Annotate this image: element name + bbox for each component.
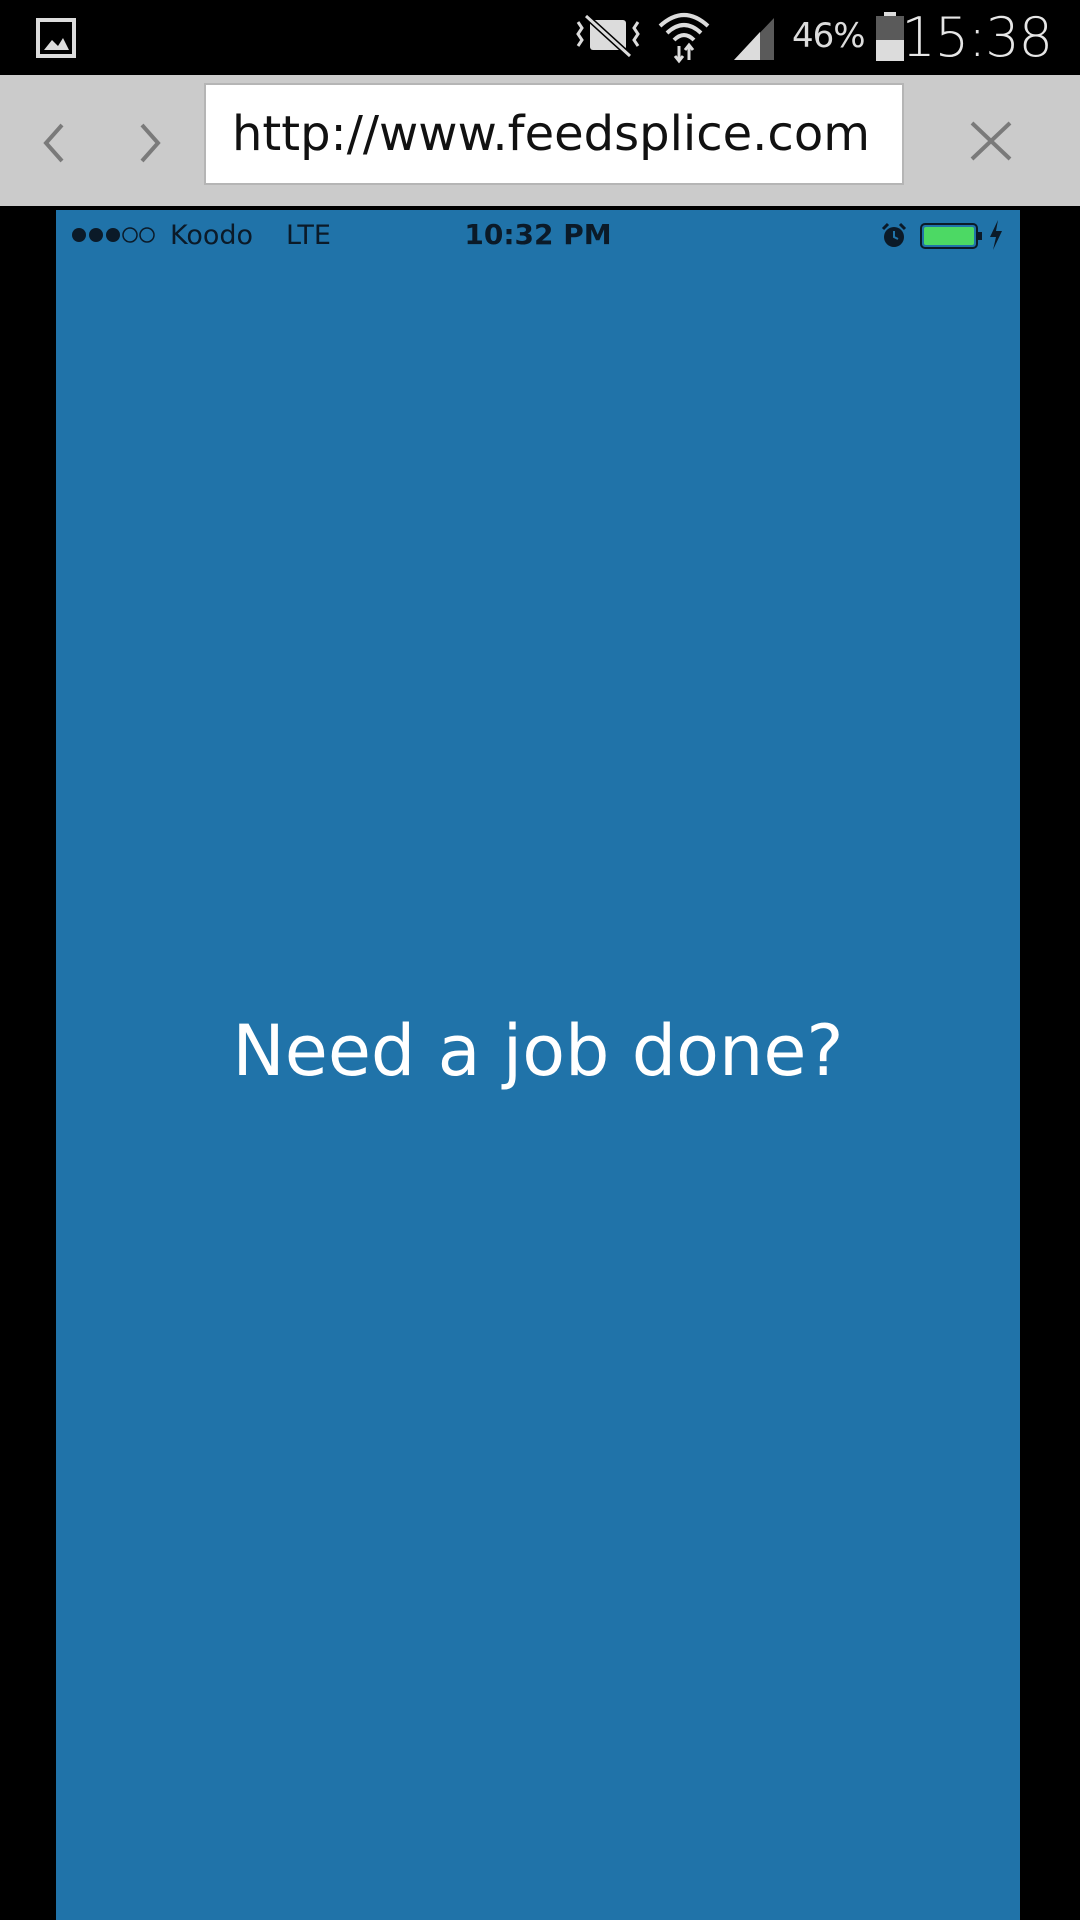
back-arrow-icon[interactable] xyxy=(30,113,78,173)
ios-battery-icon xyxy=(920,223,982,249)
cell-signal-icon xyxy=(734,18,774,60)
hero-headline: Need a job done? xyxy=(232,1010,844,1092)
device-status-bar: 46% 15:38 xyxy=(0,0,1080,75)
phone-screenshot: Koodo LTE 10:32 PM Need a job done? xyxy=(56,210,1020,1920)
browser-toolbar: http://www.feedsplice.com xyxy=(0,75,1080,206)
forward-arrow-icon[interactable] xyxy=(126,113,174,173)
ios-status-bar: Koodo LTE 10:32 PM xyxy=(56,210,1020,264)
web-page: Koodo LTE 10:32 PM Need a job done? xyxy=(0,206,1080,1920)
close-icon[interactable] xyxy=(966,111,1016,171)
wifi-icon xyxy=(658,13,710,64)
charging-bolt-icon xyxy=(990,220,1002,250)
battery-percent: 46% xyxy=(792,16,866,56)
vibrate-mute-icon xyxy=(576,13,640,59)
alarm-icon xyxy=(881,222,907,247)
url-field[interactable]: http://www.feedsplice.com xyxy=(204,83,904,185)
gallery-icon xyxy=(36,18,76,58)
ios-clock: 10:32 PM xyxy=(464,218,612,251)
device-clock: 15:38 xyxy=(901,6,1053,69)
